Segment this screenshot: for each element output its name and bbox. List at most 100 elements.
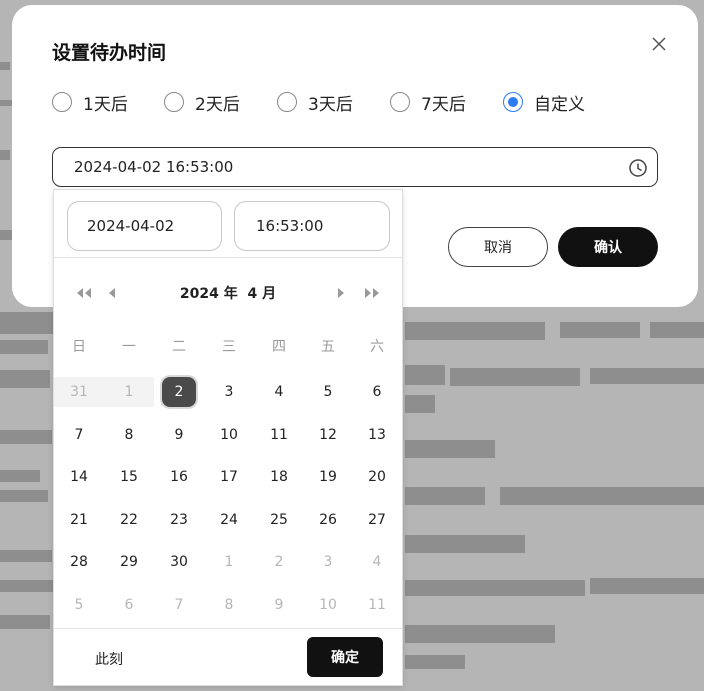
day-cell[interactable]: 30 <box>154 547 204 577</box>
day-number: 18 <box>270 469 288 485</box>
day-number: 3 <box>323 554 333 570</box>
day-cell[interactable]: 1 <box>204 547 254 577</box>
cancel-button[interactable]: 取消 <box>448 227 548 267</box>
day-cell[interactable]: 11 <box>352 590 402 620</box>
option-label: 自定义 <box>534 94 585 115</box>
day-cell[interactable]: 3 <box>204 377 254 407</box>
day-cell[interactable]: 13 <box>352 420 402 450</box>
option-label: 7天后 <box>421 94 466 115</box>
confirm-button[interactable]: 确认 <box>558 227 658 267</box>
day-cell[interactable]: 11 <box>254 420 304 450</box>
day-cell[interactable]: 4 <box>352 547 402 577</box>
picker-date-input[interactable]: 2024-04-02 <box>67 201 222 251</box>
day-cell[interactable]: 25 <box>254 505 304 535</box>
day-number: 10 <box>319 597 337 613</box>
day-cell[interactable]: 8 <box>104 420 154 450</box>
day-cell[interactable]: 22 <box>104 505 154 535</box>
day-number: 4 <box>372 554 382 570</box>
year-label[interactable]: 2024 年 <box>180 286 238 302</box>
blurred-content-block <box>405 487 485 505</box>
picker-ok-button[interactable]: 确定 <box>307 637 383 677</box>
radio-checked-icon[interactable] <box>503 92 523 112</box>
radio-icon[interactable] <box>164 92 184 112</box>
blurred-content-block <box>590 368 704 384</box>
weekday-label: 五 <box>321 339 335 355</box>
option-3-days[interactable]: 3天后 <box>277 91 390 115</box>
day-cell[interactable]: 9 <box>154 420 204 450</box>
option-custom[interactable]: 自定义 <box>503 91 585 115</box>
radio-icon[interactable] <box>277 92 297 112</box>
day-cell[interactable]: 19 <box>303 462 353 492</box>
day-number: 17 <box>220 469 238 485</box>
day-cell[interactable]: 20 <box>352 462 402 492</box>
next-year-icon[interactable] <box>363 286 381 300</box>
close-icon[interactable] <box>650 35 668 53</box>
day-number: 15 <box>120 469 138 485</box>
radio-icon[interactable] <box>52 92 72 112</box>
option-2-days[interactable]: 2天后 <box>164 91 277 115</box>
next-month-icon[interactable] <box>336 286 354 300</box>
day-number: 6 <box>372 384 382 400</box>
day-number: 30 <box>170 554 188 570</box>
day-number: 23 <box>170 512 188 528</box>
day-cell[interactable]: 7 <box>54 420 104 450</box>
day-cell[interactable]: 12 <box>303 420 353 450</box>
option-1-day[interactable]: 1天后 <box>52 91 164 115</box>
option-label: 1天后 <box>83 94 128 115</box>
day-cell[interactable]: 26 <box>303 505 353 535</box>
day-cell[interactable]: 24 <box>204 505 254 535</box>
clock-icon[interactable] <box>628 158 648 178</box>
blurred-content-block <box>650 322 704 338</box>
day-cell[interactable]: 5 <box>303 377 353 407</box>
blurred-content-block <box>0 550 52 562</box>
selected-day-cell[interactable]: 2 <box>154 377 204 407</box>
day-cell[interactable]: 21 <box>54 505 104 535</box>
blurred-content-block <box>0 370 50 388</box>
day-number: 7 <box>74 427 84 443</box>
day-cell[interactable]: 17 <box>204 462 254 492</box>
day-number: 14 <box>70 469 88 485</box>
quick-time-options: 1天后 2天后 3天后 7天后 自定义 <box>52 91 585 115</box>
blurred-content-block <box>0 312 55 334</box>
picker-time-input[interactable]: 16:53:00 <box>234 201 390 251</box>
radio-icon[interactable] <box>390 92 410 112</box>
blurred-content-block <box>405 625 555 643</box>
day-cell[interactable]: 1 <box>104 377 154 407</box>
blurred-content-block <box>0 62 10 70</box>
datetime-input[interactable]: 2024-04-02 16:53:00 <box>52 147 658 187</box>
blurred-content-block <box>500 487 704 505</box>
day-cell[interactable]: 16 <box>154 462 204 492</box>
day-number: 31 <box>70 384 88 400</box>
day-cell[interactable]: 3 <box>303 547 353 577</box>
day-cell[interactable]: 6 <box>352 377 402 407</box>
day-cell[interactable]: 29 <box>104 547 154 577</box>
day-cell[interactable]: 14 <box>54 462 104 492</box>
day-number: 7 <box>174 597 184 613</box>
day-cell[interactable]: 4 <box>254 377 304 407</box>
day-cell[interactable]: 28 <box>54 547 104 577</box>
day-number: 20 <box>368 469 386 485</box>
day-cell[interactable]: 5 <box>54 590 104 620</box>
day-cell[interactable]: 27 <box>352 505 402 535</box>
day-cell[interactable]: 23 <box>154 505 204 535</box>
option-7-days[interactable]: 7天后 <box>390 91 503 115</box>
blurred-content-block <box>590 578 704 594</box>
day-cell[interactable]: 10 <box>204 420 254 450</box>
day-cell[interactable]: 8 <box>204 590 254 620</box>
month-label[interactable]: 4 月 <box>247 286 276 302</box>
day-cell[interactable]: 7 <box>154 590 204 620</box>
day-cell[interactable]: 31 <box>54 377 104 407</box>
day-number: 11 <box>270 427 288 443</box>
blurred-content-block <box>405 365 445 385</box>
now-button[interactable]: 此刻 <box>95 649 123 669</box>
weekday-label: 四 <box>272 339 286 355</box>
day-cell[interactable]: 9 <box>254 590 304 620</box>
day-number: 11 <box>368 597 386 613</box>
day-cell[interactable]: 18 <box>254 462 304 492</box>
blurred-content-block <box>0 430 52 444</box>
day-cell[interactable]: 6 <box>104 590 154 620</box>
day-cell[interactable]: 10 <box>303 590 353 620</box>
option-label: 2天后 <box>195 94 240 115</box>
day-cell[interactable]: 2 <box>254 547 304 577</box>
day-cell[interactable]: 15 <box>104 462 154 492</box>
